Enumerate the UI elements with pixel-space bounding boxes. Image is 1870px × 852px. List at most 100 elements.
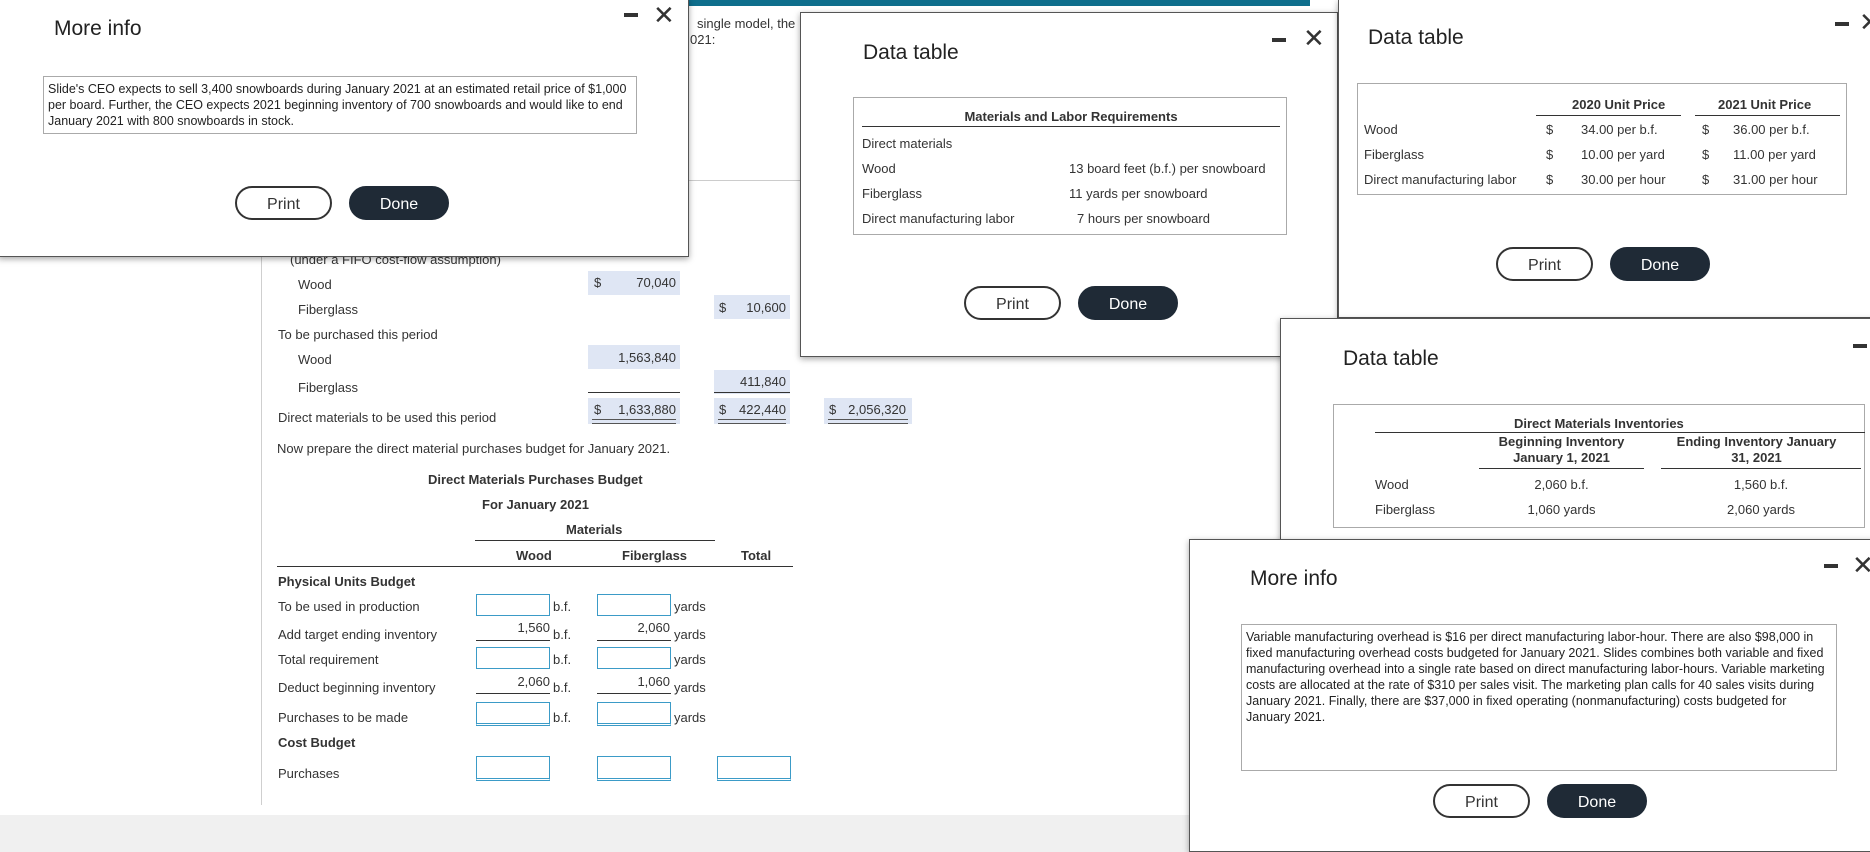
purchases-fiber-cost-input[interactable] [597,756,671,781]
purchase-fiber-underline [714,392,790,393]
more-info-dialog-1: More info ✕ Slide's CEO expects to sell … [0,0,689,257]
intro-year-fragment: 021: [690,32,716,47]
row-value: 7 hours per snowboard [1077,211,1210,226]
done-button[interactable]: Done [349,186,449,220]
close-icon[interactable]: ✕ [653,2,675,28]
row-label: Fiberglass [862,186,922,201]
row-label: Wood [862,161,896,176]
minimize-icon[interactable] [1835,22,1849,26]
purchase-wood-value: 1,563,840 [618,350,676,365]
target-wood-value: 1,560 [517,620,550,635]
more-info-dialog-2: More info ✕ Variable manufacturing overh… [1189,539,1870,852]
purchases-made-fiber-input[interactable] [597,702,671,726]
dialog-title: Data table [1343,347,1439,370]
row-currency-2021: $ [1702,172,1710,187]
used-fiber-unit: yards [674,599,706,614]
purchases-total-cost-input[interactable] [717,756,791,781]
minimize-icon[interactable] [1824,564,1838,568]
close-icon[interactable]: ✕ [1303,25,1325,51]
total-req-fiber-input[interactable] [597,647,671,669]
used-total-value: 2,056,320 [848,402,906,417]
begin-wood-value: 2,060 [517,674,550,689]
table-header: Direct Materials Inventories [1514,416,1684,431]
used-fiber-value: 422,440 [739,402,786,417]
print-button[interactable]: Print [1433,784,1530,818]
fiberglass-currency: $ [719,300,727,315]
row-value-2020: 34.00 per b.f. [1581,122,1658,137]
purchase-fiber-label: Fiberglass [298,380,358,395]
minimize-icon[interactable] [624,13,638,17]
purchases-made-wood-input[interactable] [476,702,550,726]
budget-subtitle: For January 2021 [482,497,589,512]
minimize-icon[interactable] [1853,344,1867,348]
target-fiber-value: 2,060 [637,620,670,635]
col-header-2020: 2020 Unit Price [1572,97,1666,112]
col-header-total: Total [741,548,772,563]
purchases-wood-cost-input[interactable] [476,756,550,781]
begin-fiber-value: 1,060 [637,674,670,689]
row-value: 13 board feet (b.f.) per snowboard [1069,161,1266,176]
done-button[interactable]: Done [1078,286,1178,320]
used-this-period-label: Direct materials to be used this period [278,410,497,425]
row-begin-value: 2,060 b.f. [1534,477,1589,492]
total-req-fiber-unit: yards [674,652,706,667]
purchases-made-fiber-unit: yards [674,710,706,725]
top-accent-bar [660,0,1310,6]
instruction-text: Now prepare the direct material purchase… [277,441,671,456]
used-wood-input[interactable] [476,594,550,616]
row-deduct-beginning: Deduct beginning inventory [278,680,436,695]
row-purchases-to-be-made: Purchases to be made [278,710,409,725]
row-add-target-ending: Add target ending inventory [278,627,437,642]
done-button[interactable]: Done [1547,784,1647,818]
total-req-wood-input[interactable] [476,647,550,669]
more-info-text-box: Variable manufacturing overhead is $16 p… [1241,624,1837,771]
dialog-title: More info [54,17,142,40]
row-label: Wood [1364,122,1398,137]
row-label: Direct manufacturing labor [1364,172,1517,187]
more-info-text: Slide's CEO expects to sell 3,400 snowbo… [48,82,627,128]
target-wood-unit: b.f. [553,627,572,642]
print-button[interactable]: Print [235,186,332,220]
purchase-wood-label: Wood [298,352,332,367]
row-label: Fiberglass [1364,147,1424,162]
materials-table: Materials and Labor Requirements Direct … [853,97,1287,235]
col-header-end-line1: Ending Inventory January [1676,434,1837,449]
col-header-rule-begin [1479,468,1644,469]
row-value-2021: 31.00 per hour [1733,172,1818,187]
table-header: Materials and Labor Requirements [964,109,1178,124]
prices-table: 2020 Unit Price 2021 Unit Price Wood $ 3… [1357,83,1847,195]
print-button[interactable]: Print [1496,247,1593,281]
materials-header-rule [475,540,715,541]
section-physical-units: Physical Units Budget [278,574,416,589]
done-button[interactable]: Done [1610,247,1710,281]
table-header-rule [1375,432,1865,433]
col-header-begin-line1: Beginning Inventory [1498,434,1625,449]
row-value-2020: 30.00 per hour [1581,172,1666,187]
close-icon[interactable]: ✕ [1859,9,1870,35]
col-header-begin-line2: January 1, 2021 [1513,450,1610,465]
begin-fiber-unit: yards [674,680,706,695]
left-divider [261,250,262,805]
minimize-icon[interactable] [1272,38,1286,42]
row-currency-2020: $ [1546,172,1554,187]
row-label: Wood [1375,477,1409,492]
col-header-rule-end [1661,468,1861,469]
used-fiber-double-underline [718,419,786,424]
row-currency-2021: $ [1702,122,1710,137]
row-label: Direct materials [862,136,953,151]
dialog-title: Data table [1368,26,1464,49]
intro-fragment: single model, the [697,16,796,31]
row-label: Fiberglass [1375,502,1435,517]
row-end-value: 1,560 b.f. [1733,477,1789,492]
used-fiber-input[interactable] [597,594,671,616]
budget-title: Direct Materials Purchases Budget [428,472,643,487]
row-value-2021: 11.00 per yard [1733,147,1816,162]
row-currency-2020: $ [1546,147,1554,162]
row-label: Direct manufacturing labor [862,211,1015,226]
fragment-divider [688,180,803,181]
col-header-end-line2: 31, 2021 [1731,450,1782,465]
col-header-2021: 2021 Unit Price [1718,97,1812,112]
row-currency-2020: $ [1546,122,1554,137]
print-button[interactable]: Print [964,286,1061,320]
close-icon[interactable]: ✕ [1852,552,1870,578]
